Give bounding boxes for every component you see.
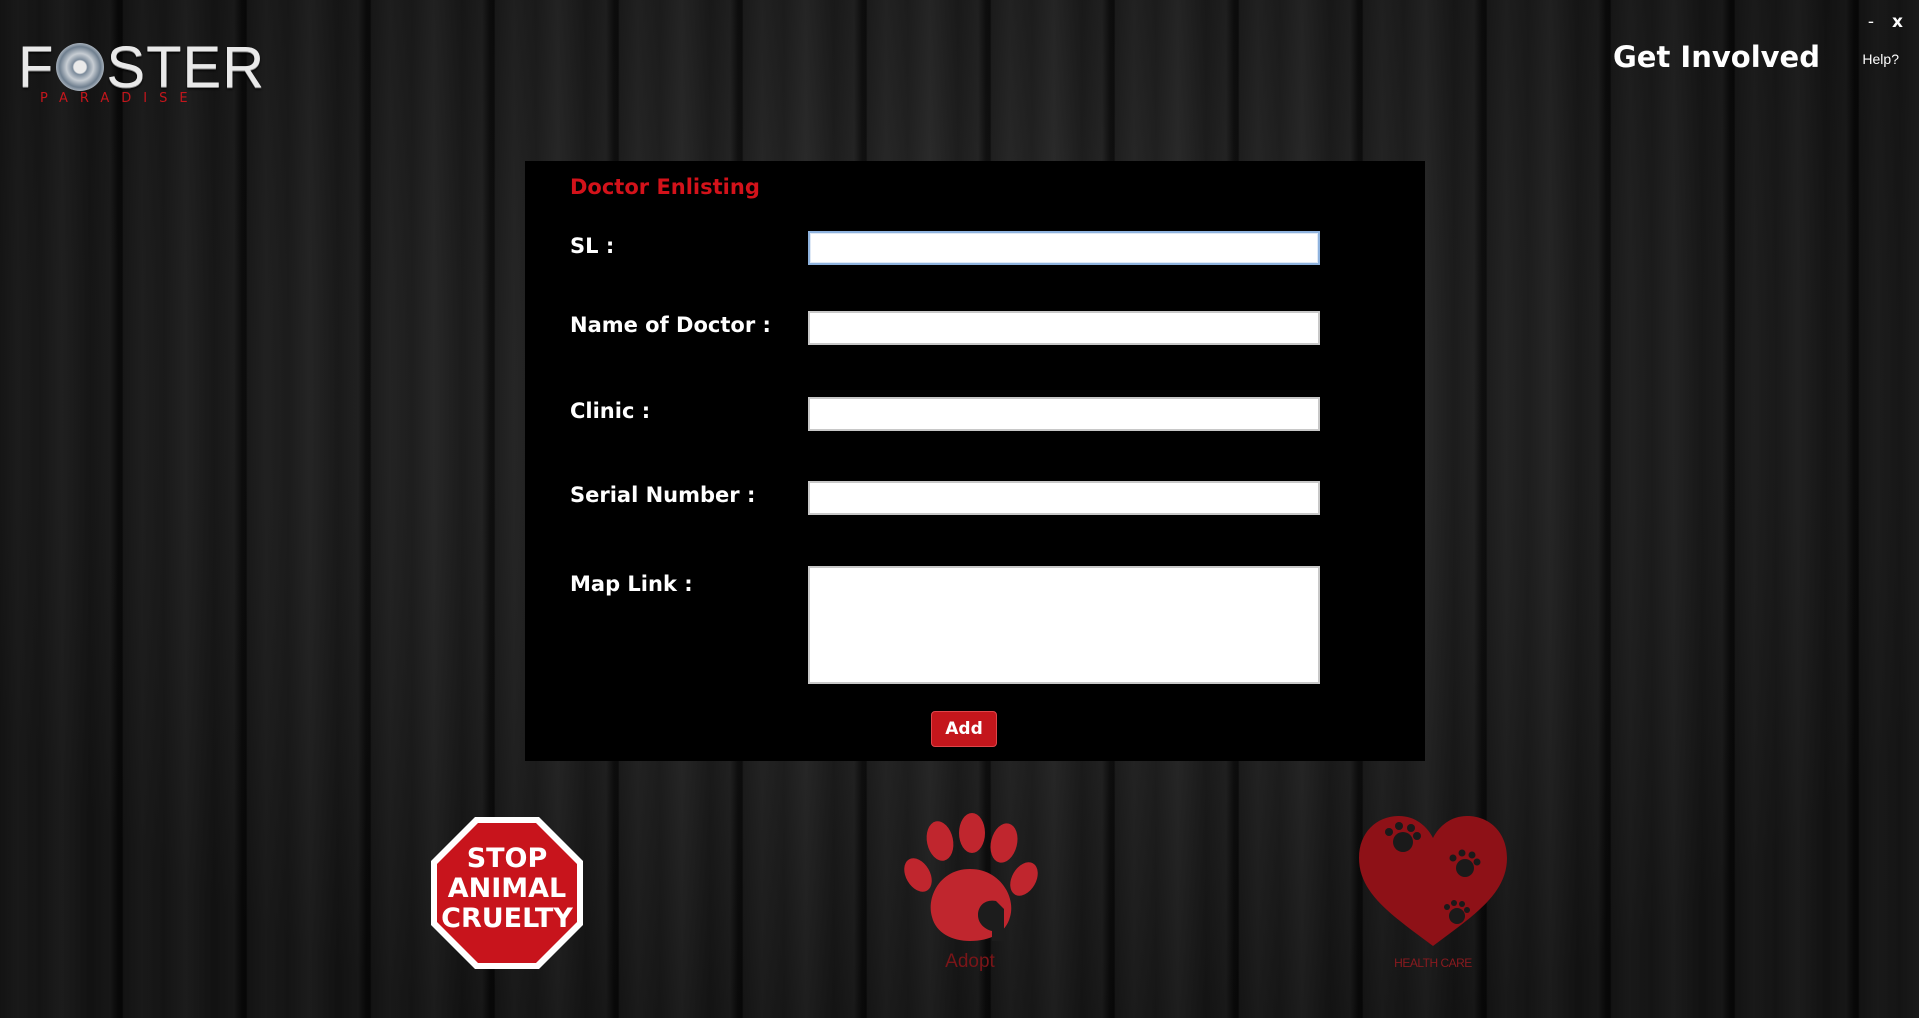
- panel-title: Doctor Enlisting: [570, 175, 760, 199]
- clinic-label: Clinic :: [570, 399, 651, 423]
- stop-sign-icon: STOP ANIMAL CRUELTY: [431, 817, 583, 969]
- help-link[interactable]: Help?: [1862, 51, 1899, 67]
- get-involved-link[interactable]: Get Involved: [1613, 40, 1820, 74]
- add-button[interactable]: Add: [931, 711, 997, 747]
- health-care-tile[interactable]: HEALTH CARE: [1353, 812, 1513, 974]
- map-link-textarea[interactable]: [808, 566, 1320, 684]
- app-logo: F STER PARADISE: [18, 38, 264, 108]
- stop-animal-cruelty-tile[interactable]: STOP ANIMAL CRUELTY: [429, 815, 585, 971]
- sl-label: SL :: [570, 234, 615, 258]
- adopt-caption: Adopt: [945, 951, 995, 972]
- paw-heart-icon: [1359, 816, 1507, 946]
- window-controls: - x: [1868, 12, 1903, 32]
- doctor-enlisting-panel: Doctor Enlisting SL : Name of Doctor : C…: [525, 161, 1425, 761]
- logo-subtitle: PARADISE: [40, 91, 200, 106]
- stop-sign-line-3: CRUELTY: [441, 903, 573, 934]
- minimize-button[interactable]: -: [1868, 12, 1874, 32]
- logo-o-emblem-icon: [56, 43, 105, 91]
- paw-dog-icon: [904, 813, 1038, 941]
- stop-sign-line-1: STOP: [467, 843, 548, 874]
- health-care-caption: HEALTH CARE: [1394, 956, 1472, 970]
- doctor-name-input[interactable]: [808, 311, 1320, 345]
- close-button[interactable]: x: [1892, 12, 1903, 32]
- serial-number-label: Serial Number :: [570, 483, 756, 507]
- stop-sign-line-2: ANIMAL: [448, 873, 567, 904]
- sl-input[interactable]: [808, 231, 1320, 265]
- clinic-input[interactable]: [808, 397, 1320, 431]
- serial-number-input[interactable]: [808, 481, 1320, 515]
- map-link-label: Map Link :: [570, 572, 693, 596]
- doctor-name-label: Name of Doctor :: [570, 313, 771, 337]
- adopt-tile[interactable]: Adopt: [900, 813, 1040, 973]
- logo-wordmark: F STER: [18, 38, 265, 98]
